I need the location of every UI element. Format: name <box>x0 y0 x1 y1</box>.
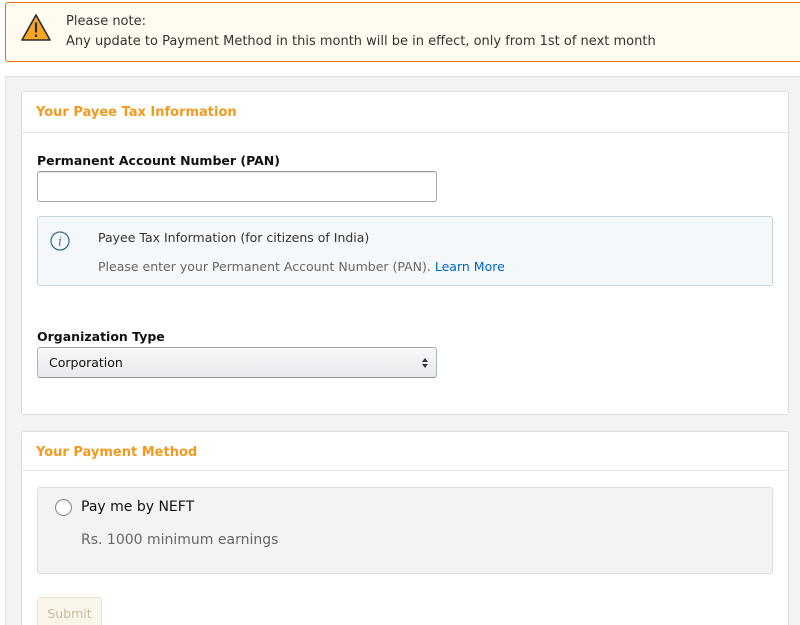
pan-label: Permanent Account Number (PAN) <box>37 153 280 168</box>
alert-banner: Please note: Any update to Payment Metho… <box>5 2 800 62</box>
payment-method-card: Your Payment Method Pay me by NEFT Rs. 1… <box>21 431 789 625</box>
info-description: Please enter your Permanent Account Numb… <box>98 259 505 274</box>
neft-radio[interactable] <box>55 499 72 516</box>
alert-title: Please note: <box>66 14 146 29</box>
svg-text:i: i <box>58 235 62 249</box>
select-arrows-icon <box>422 358 428 368</box>
neft-option-description: Rs. 1000 minimum earnings <box>81 532 279 548</box>
payee-tax-card: Your Payee Tax Information Permanent Acc… <box>21 91 789 415</box>
info-icon: i <box>50 231 70 251</box>
payment-section-header: Your Payment Method <box>22 432 788 471</box>
neft-option-label: Pay me by NEFT <box>81 499 195 515</box>
organization-type-value: Corporation <box>49 355 123 370</box>
organization-type-label: Organization Type <box>37 329 165 344</box>
info-description-text: Please enter your Permanent Account Numb… <box>98 259 431 274</box>
submit-button[interactable]: Submit <box>37 597 102 625</box>
pan-info-box: i Payee Tax Information (for citizens of… <box>37 216 773 286</box>
tax-section-header: Your Payee Tax Information <box>22 92 788 133</box>
pan-input[interactable] <box>37 171 437 202</box>
alert-message: Any update to Payment Method in this mon… <box>66 34 656 49</box>
info-title: Payee Tax Information (for citizens of I… <box>98 230 370 245</box>
warning-icon <box>21 14 51 41</box>
learn-more-link[interactable]: Learn More <box>435 259 505 274</box>
organization-type-select[interactable]: Corporation <box>37 347 437 378</box>
payment-option-neft[interactable]: Pay me by NEFT Rs. 1000 minimum earnings <box>37 487 773 574</box>
